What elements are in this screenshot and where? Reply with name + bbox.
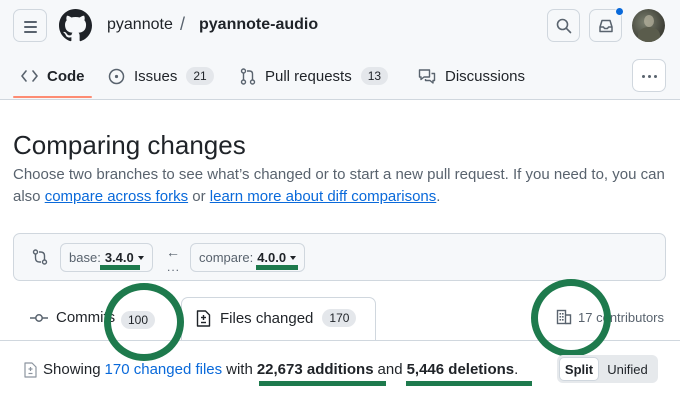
range-editor: base: 3.4.0 ← ... compare: 4.0.0	[13, 233, 666, 281]
learn-more-link[interactable]: learn more about diff comparisons	[210, 188, 437, 205]
split-view-button[interactable]: Split	[559, 357, 599, 381]
compare-value: 4.0.0	[257, 250, 287, 265]
diff-view-toggle: Split Unified	[557, 355, 658, 383]
search-button[interactable]	[547, 9, 580, 42]
discussions-icon	[418, 68, 436, 85]
tab-issues-label: Issues	[134, 67, 178, 85]
issue-icon	[108, 68, 125, 85]
repo-name-link[interactable]: pyannote-audio	[199, 16, 318, 34]
file-diff-icon	[24, 361, 37, 378]
chevron-down-icon	[137, 255, 144, 260]
summary-prefix: Showing	[43, 361, 101, 378]
search-icon	[556, 18, 572, 34]
diff-summary: Showing 170 changed files with 22,673 ad…	[24, 361, 518, 378]
pull-requests-counter: 13	[360, 67, 389, 85]
commit-icon	[30, 313, 48, 322]
deletions-count: 5,446 deletions	[406, 361, 515, 378]
summary-and: and	[377, 361, 403, 378]
compare-icon	[32, 249, 48, 265]
path-separator: /	[180, 14, 186, 34]
changed-files-link[interactable]: 170 changed files	[105, 361, 223, 378]
tab-discussions-label: Discussions	[445, 67, 526, 85]
issues-counter: 21	[186, 67, 214, 85]
summary-with: with	[226, 361, 253, 378]
tab-pull-requests[interactable]: Pull requests 13	[240, 66, 389, 86]
notification-dot	[615, 7, 624, 16]
tab-code-label: Code	[47, 67, 85, 85]
compare-label: compare:	[199, 250, 254, 265]
tab-code[interactable]: Code	[21, 66, 85, 86]
base-label: base:	[69, 250, 101, 265]
tab-files-changed[interactable]: Files changed 170	[196, 309, 357, 327]
highlight-compare-underline	[256, 265, 298, 270]
page-title: Comparing changes	[13, 130, 246, 160]
additions-count: 22,673 additions	[256, 361, 374, 378]
arrow-left-icon: ←	[166, 244, 180, 260]
app-header: pyannote / pyannote-audio Code Issues 21	[0, 0, 680, 100]
chevron-down-icon	[290, 255, 297, 260]
avatar[interactable]	[632, 9, 665, 42]
base-value: 3.4.0	[104, 250, 134, 265]
files-changed-label: Files changed	[220, 309, 314, 327]
description-end: .	[436, 188, 441, 205]
repo-owner-link[interactable]: pyannote	[107, 16, 173, 34]
code-icon	[21, 69, 38, 83]
tab-commits[interactable]: Commits	[30, 309, 115, 326]
highlight-deletions-underline	[406, 381, 532, 386]
tab-pull-requests-label: Pull requests	[265, 67, 352, 85]
range-dots: ...	[167, 260, 181, 274]
active-tab-underline	[13, 96, 92, 98]
tab-discussions[interactable]: Discussions	[418, 66, 525, 86]
highlight-additions-underline	[259, 381, 386, 386]
description-or: or	[188, 188, 210, 205]
tab-issues[interactable]: Issues 21	[108, 66, 214, 86]
highlight-base-underline	[100, 265, 140, 270]
github-logo-icon[interactable]	[59, 9, 92, 42]
pull-request-icon	[240, 67, 256, 85]
highlight-commits-circle	[104, 283, 184, 361]
highlight-contributors-circle	[531, 279, 611, 357]
compare-forks-link[interactable]: compare across forks	[45, 188, 188, 205]
file-diff-icon	[196, 309, 211, 327]
page-description: Choose two branches to see what’s change…	[13, 164, 668, 208]
unified-view-button[interactable]: Unified	[599, 357, 656, 381]
hamburger-menu-icon[interactable]	[13, 9, 47, 42]
files-changed-counter: 170	[322, 309, 357, 327]
summary-end: .	[514, 361, 519, 378]
more-options-button[interactable]	[632, 59, 666, 92]
inbox-icon	[599, 19, 613, 33]
